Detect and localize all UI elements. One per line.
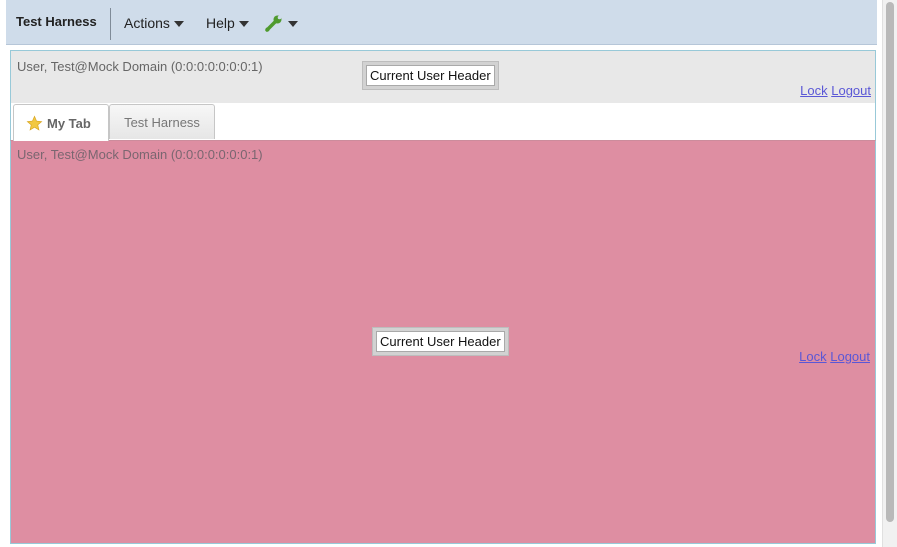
content-links: Lock Logout bbox=[799, 349, 870, 364]
top-navbar: Test Harness Actions Help bbox=[6, 0, 877, 45]
vertical-scrollbar[interactable] bbox=[882, 0, 897, 547]
tab-strip: My Tab Test Harness bbox=[10, 103, 876, 141]
current-user-header-panel: User, Test@Mock Domain (0:0:0:0:0:0:0:1)… bbox=[10, 50, 876, 104]
star-icon bbox=[26, 115, 43, 132]
brand-title: Test Harness bbox=[16, 14, 97, 29]
chevron-down-icon bbox=[288, 20, 298, 27]
header-button-frame: Current User Header bbox=[362, 61, 499, 90]
content-logout-link[interactable]: Logout bbox=[830, 349, 870, 364]
tab-test-harness[interactable]: Test Harness bbox=[109, 104, 215, 139]
tab-my-tab-label: My Tab bbox=[47, 115, 91, 131]
wrench-icon bbox=[264, 13, 284, 33]
logout-link[interactable]: Logout bbox=[831, 83, 871, 98]
user-info-text: User, Test@Mock Domain (0:0:0:0:0:0:0:1) bbox=[17, 59, 263, 74]
scrollbar-thumb[interactable] bbox=[886, 2, 894, 522]
lock-link[interactable]: Lock bbox=[800, 83, 827, 98]
app-window: Test Harness Actions Help User, Test@Moc… bbox=[6, 0, 878, 547]
help-menu[interactable]: Help bbox=[206, 15, 249, 31]
actions-menu[interactable]: Actions bbox=[124, 15, 184, 31]
tab-test-harness-label: Test Harness bbox=[124, 114, 200, 130]
tab-content-panel: User, Test@Mock Domain (0:0:0:0:0:0:0:1)… bbox=[10, 141, 876, 544]
content-user-info-text: User, Test@Mock Domain (0:0:0:0:0:0:0:1) bbox=[17, 147, 263, 162]
tools-menu[interactable] bbox=[264, 13, 298, 33]
current-user-header-button[interactable]: Current User Header bbox=[366, 65, 495, 86]
nav-divider bbox=[110, 8, 111, 40]
actions-menu-label: Actions bbox=[124, 15, 170, 31]
header-links: Lock Logout bbox=[800, 83, 871, 98]
chevron-down-icon bbox=[173, 20, 184, 27]
tab-my-tab[interactable]: My Tab bbox=[13, 104, 109, 141]
chevron-down-icon bbox=[238, 20, 249, 27]
content-current-user-header-button[interactable]: Current User Header bbox=[376, 331, 505, 352]
content-lock-link[interactable]: Lock bbox=[799, 349, 826, 364]
help-menu-label: Help bbox=[206, 15, 235, 31]
content-button-frame: Current User Header bbox=[372, 327, 509, 356]
